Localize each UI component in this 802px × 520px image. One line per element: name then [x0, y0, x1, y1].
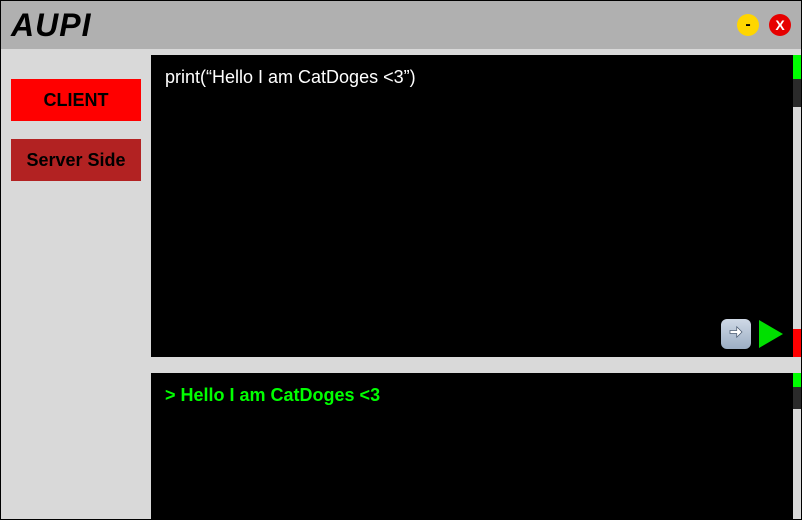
scroll-marker-top — [793, 373, 801, 387]
output-line: > Hello I am CatDoges <3 — [165, 385, 779, 406]
arrow-right-icon — [727, 323, 745, 346]
minimize-icon: - — [745, 16, 750, 34]
output-wrap: > Hello I am CatDoges <3 — [151, 373, 801, 520]
step-button[interactable] — [721, 319, 751, 349]
run-controls — [721, 319, 783, 349]
scroll-track — [793, 79, 801, 107]
scroll-marker-bottom — [793, 329, 801, 357]
close-button[interactable]: X — [769, 14, 791, 36]
run-button[interactable] — [759, 320, 783, 348]
tab-server-side[interactable]: Server Side — [11, 139, 141, 181]
code-line: print(“Hello I am CatDoges <3”) — [165, 67, 779, 88]
main-area: print(“Hello I am CatDoges <3”) — [151, 49, 801, 519]
output-console[interactable]: > Hello I am CatDoges <3 — [151, 373, 793, 520]
sidebar: CLIENT Server Side — [1, 49, 151, 519]
tab-client[interactable]: CLIENT — [11, 79, 141, 121]
scroll-track — [793, 387, 801, 409]
tab-server-label: Server Side — [26, 150, 125, 171]
scroll-track-mid — [793, 409, 801, 520]
close-icon: X — [775, 17, 784, 33]
tab-client-label: CLIENT — [44, 90, 109, 111]
window-controls: - X — [737, 14, 791, 36]
scroll-track-mid — [793, 107, 801, 329]
title-bar: AUPI - X — [1, 1, 801, 49]
output-scrollbar[interactable] — [793, 373, 801, 520]
body: CLIENT Server Side print(“Hello I am Cat… — [1, 49, 801, 519]
editor-scrollbar[interactable] — [793, 55, 801, 357]
scroll-marker-top — [793, 55, 801, 79]
editor-wrap: print(“Hello I am CatDoges <3”) — [151, 55, 801, 357]
app-title: AUPI — [11, 7, 91, 44]
code-editor[interactable]: print(“Hello I am CatDoges <3”) — [151, 55, 793, 357]
minimize-button[interactable]: - — [737, 14, 759, 36]
